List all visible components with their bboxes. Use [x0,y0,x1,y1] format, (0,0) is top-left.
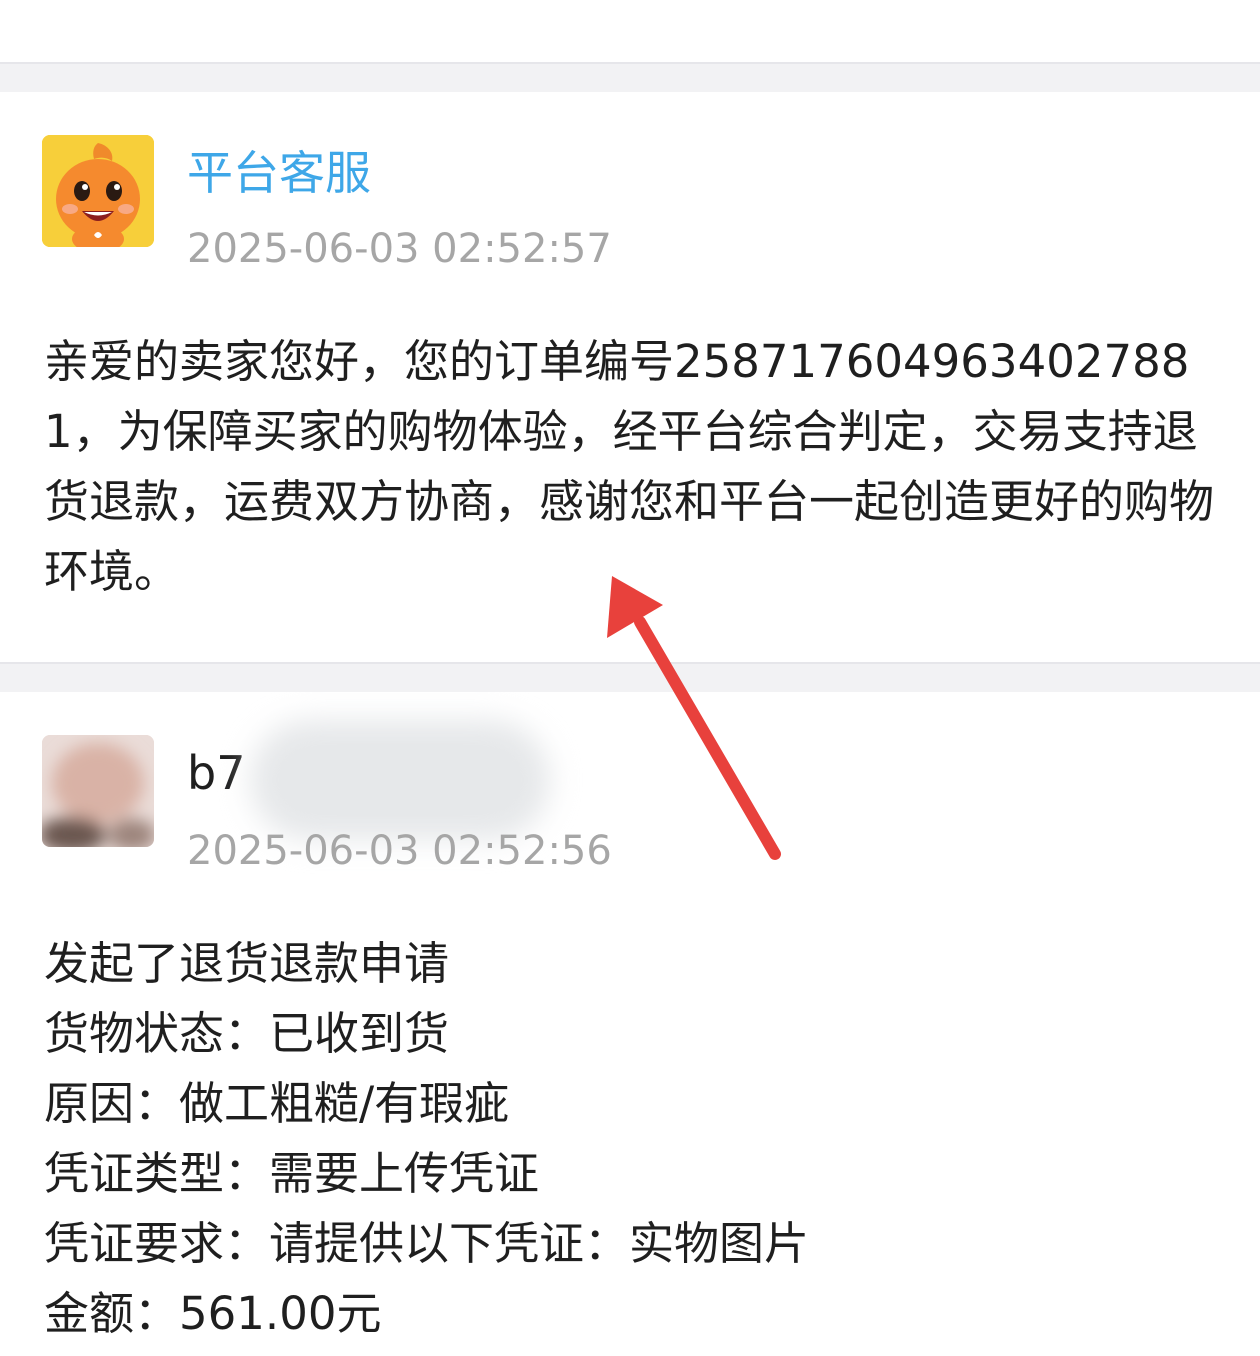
red-arrow-annotation [607,576,781,860]
